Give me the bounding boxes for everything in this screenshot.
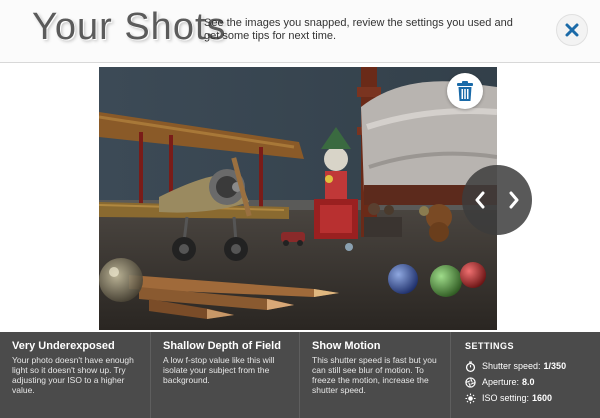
tip-text: This shutter speed is fast but you can s… bbox=[312, 355, 437, 395]
page-subtitle: See the images you snapped, review the s… bbox=[204, 17, 513, 42]
setting-label: ISO setting: bbox=[482, 393, 530, 403]
setting-iso: ISO setting: 1600 bbox=[465, 390, 600, 406]
trash-icon bbox=[457, 81, 473, 101]
aperture-icon bbox=[465, 376, 476, 388]
close-icon bbox=[565, 23, 579, 37]
photo-viewer bbox=[0, 64, 600, 332]
setting-label: Shutter speed: bbox=[482, 361, 541, 371]
setting-value: 1600 bbox=[532, 393, 553, 403]
shot-photo bbox=[99, 67, 497, 330]
tip-exposure: Very Underexposed Your photo doesn't hav… bbox=[0, 332, 151, 418]
delete-shot-button[interactable] bbox=[447, 73, 483, 109]
tips-panel: Very Underexposed Your photo doesn't hav… bbox=[0, 332, 600, 418]
chevron-right-icon bbox=[509, 191, 519, 209]
settings-title: SETTINGS bbox=[465, 341, 515, 351]
stopwatch-icon bbox=[465, 360, 476, 372]
tip-title: Very Underexposed bbox=[12, 340, 115, 352]
tip-text: A low f-stop value like this will isolat… bbox=[163, 355, 275, 385]
setting-label: Aperture: bbox=[482, 377, 520, 387]
setting-value: 1/350 bbox=[543, 361, 567, 371]
settings-summary: SETTINGS Shutter speed: 1/350 Aperture: … bbox=[451, 332, 600, 418]
sun-icon bbox=[465, 392, 476, 404]
previous-shot-button[interactable] bbox=[470, 185, 490, 215]
tip-depth-of-field: Shallow Depth of Field A low f-stop valu… bbox=[151, 332, 300, 418]
page-title: Your Shots bbox=[32, 6, 227, 48]
setting-shutter-speed: Shutter speed: 1/350 bbox=[465, 358, 600, 374]
close-button[interactable] bbox=[556, 14, 588, 46]
next-shot-button[interactable] bbox=[504, 185, 524, 215]
tip-title: Shallow Depth of Field bbox=[163, 340, 281, 352]
header: Your Shots See the images you snapped, r… bbox=[0, 0, 600, 63]
setting-aperture: Aperture: 8.0 bbox=[465, 374, 600, 390]
setting-value: 8.0 bbox=[522, 377, 535, 387]
tip-text: Your photo doesn't have enough light so … bbox=[12, 355, 134, 395]
tip-motion: Show Motion This shutter speed is fast b… bbox=[300, 332, 451, 418]
chevron-left-icon bbox=[475, 191, 485, 209]
tip-title: Show Motion bbox=[312, 340, 381, 352]
